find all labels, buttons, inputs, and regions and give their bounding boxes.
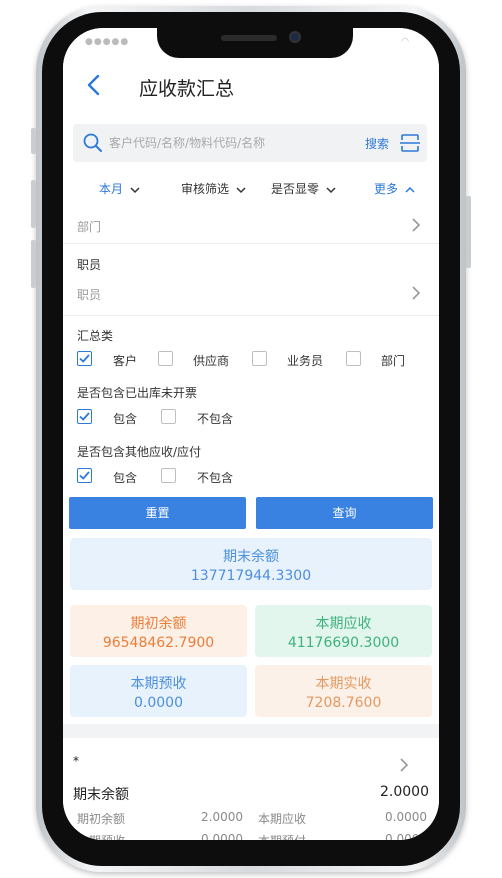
item-prepaid-value: 0.0000 [201,832,243,840]
department-selector[interactable]: 部门 [63,208,439,244]
filter-more[interactable]: 更多 [374,180,415,197]
checkbox-department[interactable] [346,351,361,366]
include-unbilled-options: 包含 不包含 [63,407,439,431]
card-title: 本期应收 [315,616,372,632]
search-icon [83,133,102,152]
card-value: 137717944.3300 [190,568,312,584]
search-area: 搜索 [63,120,439,172]
search-box: 搜索 [73,124,427,162]
card-value: 96548462.7900 [102,635,215,651]
search-input[interactable] [109,131,339,155]
chevron-up-icon [405,186,415,193]
filter-bar: 本月 审核筛选 是否显零 更多 [63,172,439,208]
filter-label: 更多 [374,182,399,196]
filter-label: 是否显零 [271,182,320,196]
card-current-prepaid[interactable]: 本期预收 0.0000 [70,665,247,717]
chevron-right-icon[interactable] [399,758,409,772]
item-total: 2.0000 [380,784,429,800]
speaker-grille [221,35,277,41]
filter-form: 部门 职员 职员 汇总类 客户 供应商 业务员 部门 是否包含已出库未开票 包含… [63,208,439,538]
checkbox-other-exclude[interactable] [161,468,176,483]
volume-up-button [31,180,36,228]
checkbox-other-include[interactable] [77,468,92,483]
item-opening-label: 期初余额 [77,812,126,826]
form-actions: 重置 查询 [63,493,439,535]
filter-show-zero[interactable]: 是否显零 [271,180,336,197]
checkbox-label: 包含 [113,471,138,485]
staff-title: 职员 [77,258,102,272]
filter-label: 本月 [99,182,124,196]
card-title: 本期实收 [315,676,372,692]
item-name: 期末余额 [73,787,129,803]
checkbox-customer[interactable] [77,351,92,366]
screen: ●●●●● ◠ 应收款汇总 搜索 本月 [63,28,439,840]
checkbox-unbilled-include[interactable] [77,409,92,424]
check-icon [79,354,90,363]
checkbox-label: 不包含 [197,471,234,485]
filter-label: 审核筛选 [181,182,230,196]
card-value: 41176690.3000 [287,635,400,651]
check-icon [79,471,90,480]
back-icon[interactable] [81,72,107,98]
notch [157,28,353,58]
signal-icon: ●●●●● [85,37,130,47]
summary-type-title: 汇总类 [77,329,114,343]
card-title: 本期预收 [130,676,187,692]
power-button [466,196,471,268]
checkbox-salesman[interactable] [252,351,267,366]
card-value: 0.0000 [134,695,183,711]
item-prepaid2-value: 0.0000 [385,832,427,840]
item-prepaid2-label: 本期预付 [258,832,306,840]
checkbox-label: 包含 [113,412,138,426]
mute-switch [31,128,36,154]
reset-button[interactable]: 重置 [69,497,246,529]
front-camera [289,31,301,43]
query-button[interactable]: 查询 [256,497,433,529]
include-other-title: 是否包含其他应收/应付 [77,445,202,459]
department-placeholder: 部门 [77,220,102,234]
include-other-options: 包含 不包含 [63,466,439,490]
search-button[interactable]: 搜索 [365,135,389,152]
list-item[interactable]: * 期末余额 2.0000 期初余额 2.0000 本期应收 0.0000 本期… [63,738,439,840]
chevron-right-icon [412,218,421,232]
checkbox-label: 不包含 [197,412,234,426]
chevron-down-icon [236,186,246,193]
check-icon [79,412,90,421]
card-title: 期末余额 [223,549,279,565]
summary-type-options: 客户 供应商 业务员 部门 [63,349,439,373]
page-title: 应收款汇总 [139,78,235,100]
staff-selector[interactable]: 职员 [63,278,439,316]
checkbox-label: 部门 [381,354,406,368]
item-receivable-label: 本期应收 [258,812,307,826]
staff-placeholder: 职员 [77,288,102,302]
include-unbilled-title: 是否包含已出库未开票 [77,386,198,400]
header: 应收款汇总 [63,54,439,120]
checkbox-label: 客户 [113,354,138,368]
chevron-down-icon [326,186,336,193]
card-title: 期初余额 [130,616,187,632]
chevron-right-icon [412,286,421,300]
scan-icon[interactable] [399,132,421,154]
summary-cards: 期末余额 137717944.3300 期初余额 96548462.7900 本… [63,538,439,724]
wifi-icon: ◠ [401,37,409,47]
volume-down-button [31,240,36,288]
filter-audit[interactable]: 审核筛选 [181,180,246,197]
card-current-received[interactable]: 本期实收 7208.7600 [255,665,432,717]
card-ending-balance[interactable]: 期末余额 137717944.3300 [70,538,432,590]
card-current-receivable[interactable]: 本期应收 41176690.3000 [255,605,432,657]
item-marker: * [73,754,79,768]
chevron-down-icon [130,186,140,193]
item-receivable-value: 0.0000 [385,810,427,824]
filter-this-month[interactable]: 本月 [99,180,140,197]
checkbox-label: 业务员 [287,354,324,368]
checkbox-supplier[interactable] [158,351,173,366]
checkbox-unbilled-exclude[interactable] [161,409,176,424]
item-opening-value: 2.0000 [201,810,243,824]
card-opening-balance[interactable]: 期初余额 96548462.7900 [70,605,247,657]
card-value: 7208.7600 [305,695,382,711]
item-prepaid-label: 本期预收 [77,832,125,840]
checkbox-label: 供应商 [193,354,230,368]
